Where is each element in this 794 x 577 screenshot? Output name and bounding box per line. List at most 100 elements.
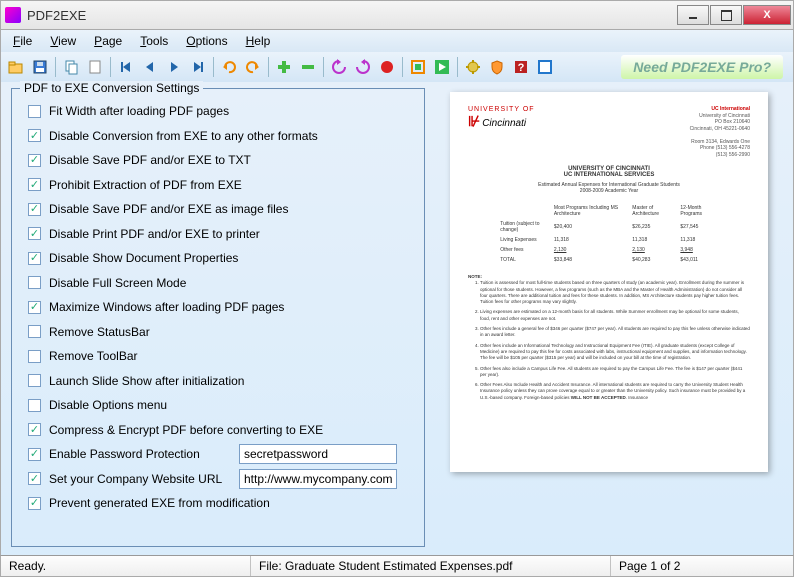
zoom-out-icon[interactable]: [297, 56, 319, 78]
last-icon[interactable]: [187, 56, 209, 78]
option-label: Prevent generated EXE from modification: [49, 496, 414, 510]
doc-table: Most Programs Including MS ArchitectureM…: [496, 202, 722, 266]
option-row: Disable Print PDF and/or EXE to printer: [22, 222, 414, 247]
option-label: Enable Password Protection: [49, 447, 239, 461]
doc-notes: NOTE: Tuition is assessed for most full-…: [468, 274, 750, 401]
option-row: Prevent generated EXE from modification: [22, 491, 414, 516]
checkbox[interactable]: [28, 276, 41, 289]
prev-icon[interactable]: [139, 56, 161, 78]
checkbox[interactable]: [28, 227, 41, 240]
checkbox[interactable]: [28, 350, 41, 363]
option-label: Prohibit Extraction of PDF from EXE: [49, 178, 414, 192]
go-icon[interactable]: [431, 56, 453, 78]
option-label: Disable Options menu: [49, 398, 414, 412]
option-row: Disable Options menu: [22, 393, 414, 418]
redo-icon[interactable]: [242, 56, 264, 78]
option-label: Maximize Windows after loading PDF pages: [49, 300, 414, 314]
checkbox[interactable]: [28, 178, 41, 191]
checkbox[interactable]: [28, 374, 41, 387]
option-row: Disable Save PDF and/or EXE as image fil…: [22, 197, 414, 222]
security-icon[interactable]: [486, 56, 508, 78]
option-row: Disable Show Document Properties: [22, 246, 414, 271]
content-area: PDF to EXE Conversion Settings Fit Width…: [0, 82, 794, 555]
password-input[interactable]: [239, 444, 397, 464]
doc-title: UNIVERSITY OF CINCINNATIUC INTERNATIONAL…: [468, 166, 750, 178]
promo-link[interactable]: Need PDF2EXE Pro?: [621, 55, 783, 79]
option-label: Disable Save PDF and/or EXE to TXT: [49, 153, 414, 167]
menu-tools[interactable]: Tools: [132, 32, 176, 50]
menubar: File View Page Tools Options Help: [0, 30, 794, 52]
option-label: Fit Width after loading PDF pages: [49, 104, 414, 118]
checkbox[interactable]: [28, 301, 41, 314]
fullscreen-icon[interactable]: [407, 56, 429, 78]
company-url-input[interactable]: [239, 469, 397, 489]
option-row: Set your Company Website URL: [22, 467, 414, 492]
rotate-right-icon[interactable]: [352, 56, 374, 78]
option-label: Disable Show Document Properties: [49, 251, 414, 265]
menu-file[interactable]: File: [5, 32, 40, 50]
option-label: Set your Company Website URL: [49, 472, 239, 486]
option-row: Disable Full Screen Mode: [22, 271, 414, 296]
checkbox[interactable]: [28, 154, 41, 167]
undo-icon[interactable]: [218, 56, 240, 78]
checkbox[interactable]: [28, 423, 41, 436]
document-preview[interactable]: UNIVERSITY OF ⊮Cincinnati UC Internation…: [450, 92, 768, 472]
toolbar: ? Need PDF2EXE Pro?: [0, 52, 794, 82]
option-row: Launch Slide Show after initialization: [22, 369, 414, 394]
option-label: Compress & Encrypt PDF before converting…: [49, 423, 414, 437]
tools-icon[interactable]: [462, 56, 484, 78]
settings-legend: PDF to EXE Conversion Settings: [20, 81, 203, 95]
minimize-button[interactable]: [677, 5, 709, 25]
doc-subtitle: Estimated Annual Expenses for Internatio…: [468, 182, 750, 194]
option-row: Disable Conversion from EXE to any other…: [22, 124, 414, 149]
window-controls: X: [677, 5, 791, 25]
maximize-button[interactable]: [710, 5, 742, 25]
doc-logo: UNIVERSITY OF ⊮Cincinnati: [468, 106, 535, 158]
checkbox[interactable]: [28, 399, 41, 412]
statusbar: Ready. File: Graduate Student Estimated …: [0, 555, 794, 577]
copy-icon[interactable]: [60, 56, 82, 78]
checkbox[interactable]: [28, 448, 41, 461]
menu-options[interactable]: Options: [178, 32, 235, 50]
about-icon[interactable]: [534, 56, 556, 78]
menu-help[interactable]: Help: [238, 32, 279, 50]
help-icon[interactable]: ?: [510, 56, 532, 78]
menu-view[interactable]: View: [42, 32, 84, 50]
option-row: Remove StatusBar: [22, 320, 414, 345]
app-icon: [5, 7, 21, 23]
page-icon[interactable]: [84, 56, 106, 78]
option-label: Disable Conversion from EXE to any other…: [49, 129, 414, 143]
checkbox[interactable]: [28, 105, 41, 118]
option-row: Disable Save PDF and/or EXE to TXT: [22, 148, 414, 173]
option-label: Disable Print PDF and/or EXE to printer: [49, 227, 414, 241]
status-page: Page 1 of 2: [611, 556, 793, 576]
save-icon[interactable]: [29, 56, 51, 78]
stop-icon[interactable]: [376, 56, 398, 78]
checkbox[interactable]: [28, 497, 41, 510]
option-label: Remove ToolBar: [49, 349, 414, 363]
rotate-left-icon[interactable]: [328, 56, 350, 78]
checkbox[interactable]: [28, 129, 41, 142]
doc-address: UC International University of Cincinnat…: [690, 106, 750, 158]
open-icon[interactable]: [5, 56, 27, 78]
option-row: Fit Width after loading PDF pages: [22, 99, 414, 124]
menu-page[interactable]: Page: [86, 32, 130, 50]
option-label: Remove StatusBar: [49, 325, 414, 339]
status-ready: Ready.: [1, 556, 251, 576]
svg-text:?: ?: [518, 62, 525, 74]
settings-panel: PDF to EXE Conversion Settings Fit Width…: [11, 88, 425, 547]
option-row: Prohibit Extraction of PDF from EXE: [22, 173, 414, 198]
checkbox[interactable]: [28, 203, 41, 216]
option-row: Enable Password Protection: [22, 442, 414, 467]
checkbox[interactable]: [28, 325, 41, 338]
zoom-in-icon[interactable]: [273, 56, 295, 78]
option-row: Compress & Encrypt PDF before converting…: [22, 418, 414, 443]
option-row: Maximize Windows after loading PDF pages: [22, 295, 414, 320]
next-icon[interactable]: [163, 56, 185, 78]
window-title: PDF2EXE: [27, 8, 677, 23]
checkbox[interactable]: [28, 252, 41, 265]
status-file: File: Graduate Student Estimated Expense…: [251, 556, 611, 576]
close-button[interactable]: X: [743, 5, 791, 25]
checkbox[interactable]: [28, 472, 41, 485]
first-icon[interactable]: [115, 56, 137, 78]
